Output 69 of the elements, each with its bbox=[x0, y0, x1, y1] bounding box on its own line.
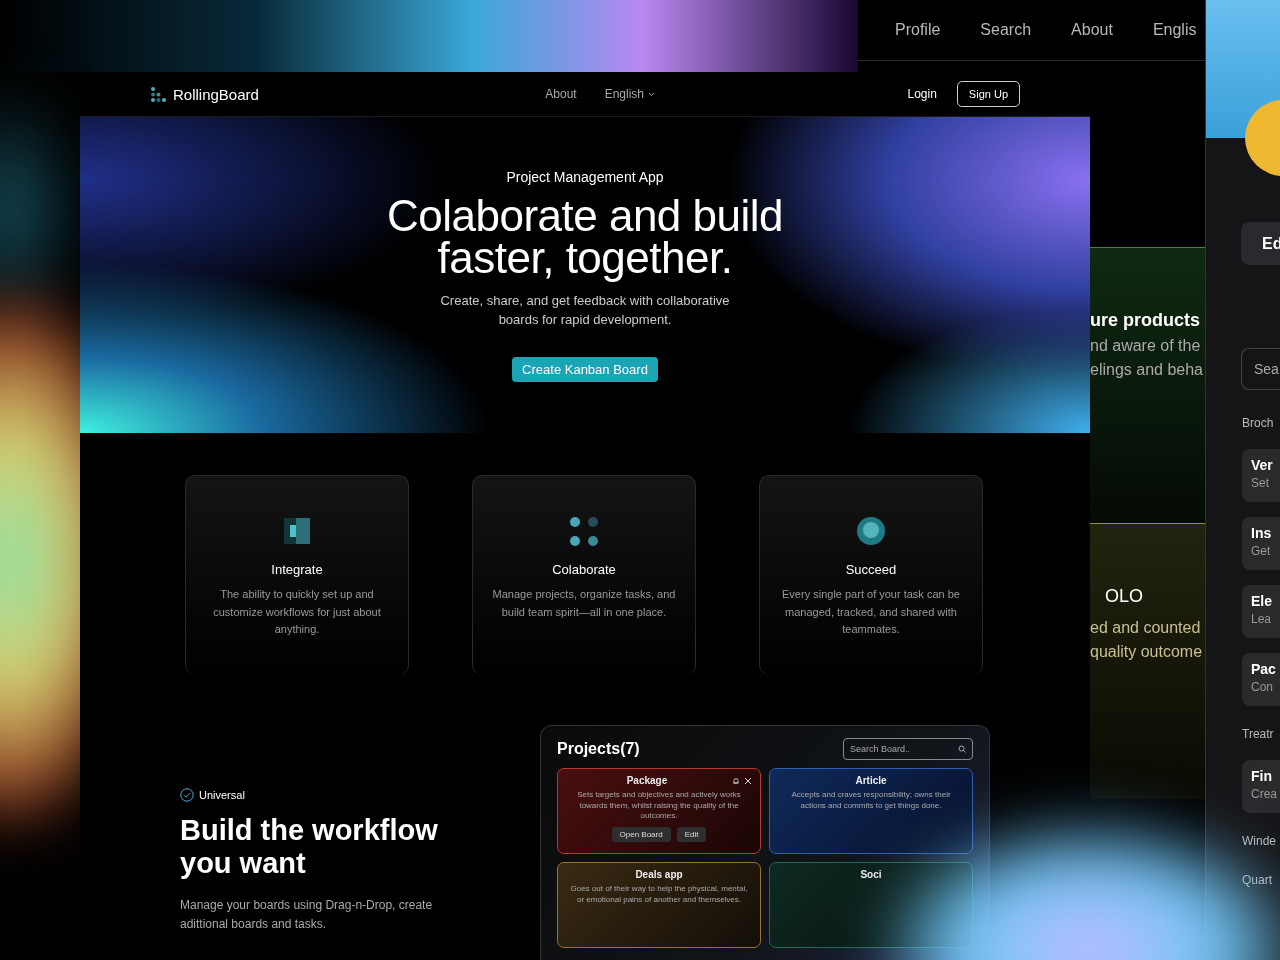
list-item[interactable]: Ele Lea bbox=[1242, 585, 1280, 638]
nav-link[interactable]: Profile bbox=[895, 21, 941, 39]
feature-title: Integrate bbox=[271, 562, 323, 577]
feature-text: The ability to quickly set up and customize workflows for just about anything. bbox=[212, 587, 382, 637]
item-title: Fin bbox=[1251, 768, 1273, 784]
project-card[interactable]: Deals app Goes out of their way to help the physical, mental, or emotional pains of another and themselves. bbox=[557, 862, 761, 948]
section-text: quality outcome bbox=[1090, 643, 1204, 661]
item-subtitle: Crea bbox=[1251, 787, 1278, 801]
list-item[interactable]: Ins Get bbox=[1242, 517, 1280, 570]
nav-link[interactable]: English bbox=[604, 87, 656, 101]
section-heading: Quart bbox=[1242, 873, 1273, 887]
feature-text: Manage projects, organize tasks, and build team spirit—all in one place. bbox=[491, 587, 677, 620]
card-button[interactable]: Open Board bbox=[611, 826, 671, 842]
badge-label: Universal bbox=[199, 789, 245, 801]
bell-icon[interactable] bbox=[732, 776, 740, 785]
card-description: Accepts and craves responsibility; owns their actions and commits to get things done. bbox=[790, 790, 952, 811]
project-card[interactable]: Package Sets targets and objectives and actively works towards them, whilst raising the quality of the outcomes. Open Board Edit bbox=[557, 768, 761, 854]
card-title: Soci bbox=[859, 869, 883, 880]
section-text: nd aware of the bbox=[1090, 337, 1202, 355]
nav-link[interactable]: Englis bbox=[1152, 21, 1197, 39]
nav-link[interactable]: About bbox=[545, 87, 577, 101]
search-field[interactable]: Search Board.. bbox=[843, 738, 973, 760]
section-heading: Broch bbox=[1242, 416, 1275, 430]
feature-title: Succeed bbox=[845, 562, 897, 577]
check-circle-icon bbox=[180, 788, 194, 802]
feature-title: Colaborate bbox=[552, 562, 616, 577]
close-icon[interactable] bbox=[744, 776, 752, 785]
item-subtitle: Lea bbox=[1251, 612, 1273, 626]
section-text: ed and counted bbox=[1090, 619, 1202, 637]
item-title: Ins bbox=[1251, 525, 1273, 541]
card-title: Article bbox=[854, 775, 888, 786]
nav-link[interactable]: About bbox=[1071, 21, 1113, 39]
list-item[interactable]: Ver Set bbox=[1242, 449, 1280, 502]
project-card[interactable]: Soci bbox=[769, 862, 973, 948]
section-heading: Build the workflow you want bbox=[180, 814, 439, 880]
list-item[interactable]: Fin Crea bbox=[1242, 760, 1280, 813]
section-title: OLO bbox=[1105, 586, 1144, 607]
project-card[interactable]: Article Accepts and craves responsibility; owns their actions and commits to get things done. bbox=[769, 768, 973, 854]
search-icon bbox=[958, 745, 966, 753]
hero-eyebrow: Project Management App bbox=[506, 169, 664, 185]
item-title: Pac bbox=[1251, 661, 1277, 677]
section-text: Manage your boards using Drag-n-Drop, create adittional boards and tasks. bbox=[180, 897, 434, 933]
brand-name: RollingBoard bbox=[173, 85, 259, 103]
card-description: Goes out of their way to help the physical, mental, or emotional pains of another and themselves. bbox=[569, 884, 749, 905]
circle-icon bbox=[856, 516, 886, 546]
item-subtitle: Set bbox=[1251, 476, 1270, 490]
item-subtitle: Con bbox=[1251, 680, 1274, 694]
card-description: Sets targets and objectives and actively works towards them, whilst raising the quality of the outcomes. bbox=[576, 790, 742, 822]
section-title: ure products bbox=[1090, 310, 1201, 331]
item-title: Ver bbox=[1251, 457, 1274, 473]
dots-icon bbox=[569, 516, 599, 546]
panels-icon bbox=[282, 516, 312, 546]
list-item[interactable]: Pac Con bbox=[1242, 653, 1280, 706]
section-heading: Winde bbox=[1242, 834, 1277, 848]
login-link[interactable]: Login bbox=[901, 86, 943, 102]
card-title: Package bbox=[625, 775, 669, 786]
feature-text: Every single part of your task can be managed, tracked, and shared with teammates. bbox=[781, 587, 961, 637]
section-text: elings and beha bbox=[1090, 361, 1204, 379]
search-field[interactable]: Sea bbox=[1241, 348, 1280, 390]
card-title: Deals app bbox=[634, 869, 684, 880]
card-button[interactable]: Edit bbox=[676, 826, 707, 842]
section-heading: Treatr bbox=[1242, 727, 1275, 741]
item-title: Ele bbox=[1251, 593, 1273, 609]
preview-title: Projects(7) bbox=[557, 740, 640, 758]
item-subtitle: Get bbox=[1251, 544, 1272, 558]
nav-link[interactable]: Search bbox=[980, 21, 1032, 39]
hero-subtitle: Create, share, and get feedback with collaborative boards for rapid development. bbox=[439, 292, 731, 329]
signup-button[interactable]: Sign Up bbox=[956, 81, 1020, 107]
logo-icon bbox=[150, 85, 167, 103]
